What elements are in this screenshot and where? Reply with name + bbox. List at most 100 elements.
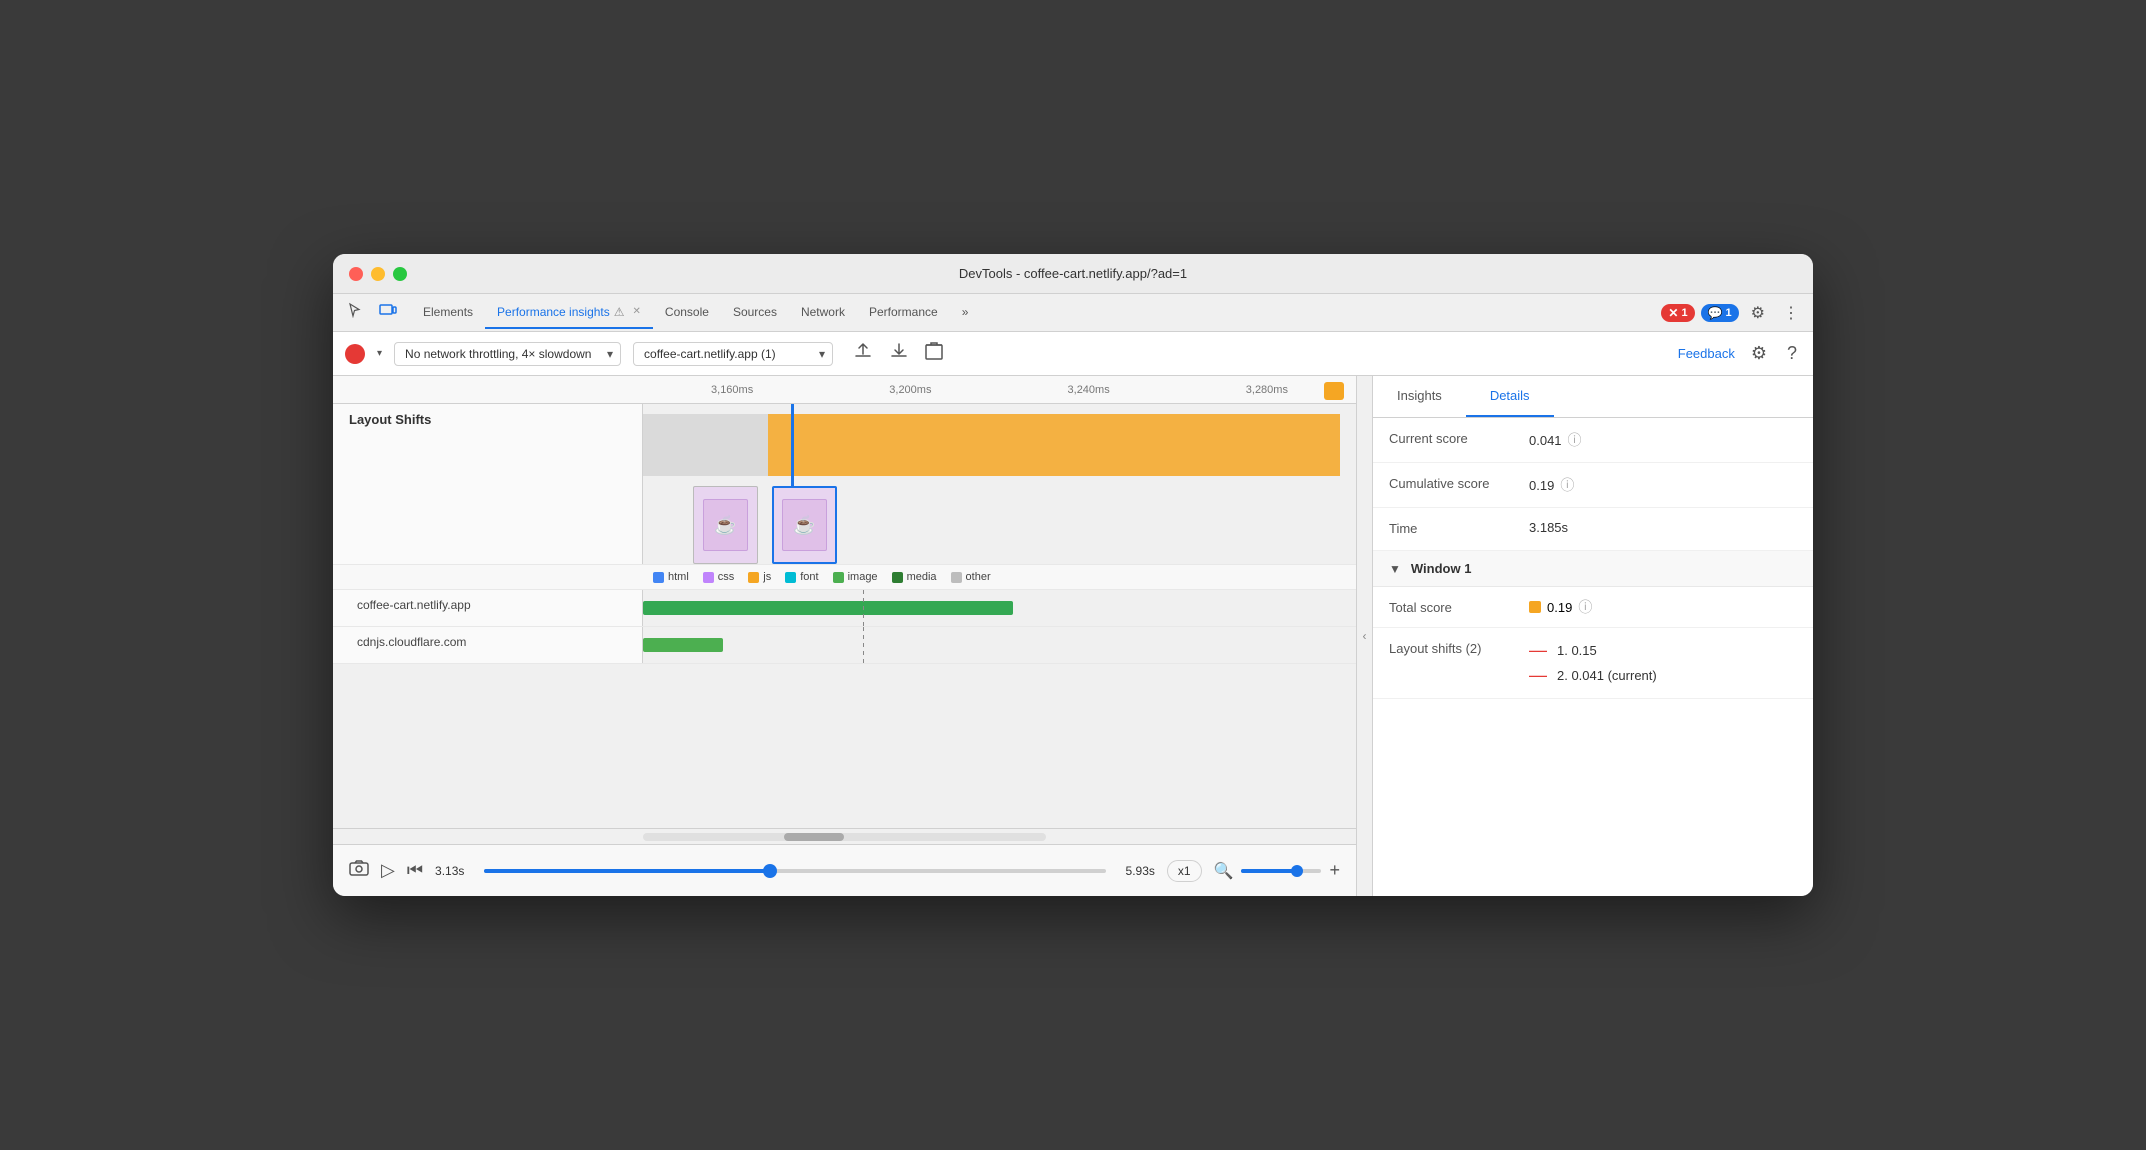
net-bar-green-1 xyxy=(643,601,1013,615)
speed-badge[interactable]: x1 xyxy=(1167,860,1202,882)
tab-performance[interactable]: Performance xyxy=(857,297,950,329)
playback-thumb[interactable] xyxy=(763,864,777,878)
delete-button[interactable] xyxy=(921,339,947,368)
layout-shift-2: — 2. 0.041 (current) xyxy=(1529,665,1657,686)
cumulative-score-info-icon[interactable]: ⓘ xyxy=(1560,475,1574,495)
ruler-mark-2: 3,200ms xyxy=(821,384,999,396)
current-score-row: Current score 0.041 ⓘ xyxy=(1373,418,1813,463)
url-select[interactable]: coffee-cart.netlify.app (1) xyxy=(633,342,833,366)
tab-more[interactable]: » xyxy=(950,297,981,329)
zoom-fill xyxy=(1241,869,1297,873)
legend-css: css xyxy=(703,571,735,583)
zoom-thumb[interactable] xyxy=(1291,865,1303,877)
upload-button[interactable] xyxy=(849,339,877,368)
sidebar-collapse-handle[interactable]: ‹ xyxy=(1357,376,1373,896)
ruler-mark-3: 3,240ms xyxy=(1000,384,1178,396)
legend-dot-html xyxy=(653,572,664,583)
tab-details[interactable]: Details xyxy=(1466,376,1554,417)
network-bars-2 xyxy=(643,627,1356,663)
collapse-icon[interactable]: ▼ xyxy=(1389,562,1401,576)
cursor-icon[interactable] xyxy=(341,298,369,327)
total-score-info-icon[interactable]: ⓘ xyxy=(1578,597,1592,617)
timeline-content: Layout Shifts ☕ xyxy=(333,404,1356,828)
close-button[interactable] xyxy=(349,267,363,281)
device-icon[interactable] xyxy=(373,298,403,327)
scrollbar-thumb[interactable] xyxy=(784,833,844,841)
timeline-ruler: 3,160ms 3,200ms 3,240ms 3,280ms xyxy=(333,376,1356,404)
download-button[interactable] xyxy=(885,339,913,368)
dashed-line-2 xyxy=(863,627,864,663)
ls-gray-bar xyxy=(643,414,768,476)
error-badge: ✕ 1 xyxy=(1661,304,1694,322)
cumulative-score-label: Cumulative score xyxy=(1389,475,1529,493)
scrollbar-track[interactable] xyxy=(643,833,1046,841)
network-bars-1 xyxy=(643,590,1356,626)
throttle-select-wrapper: No network throttling, 4× slowdown xyxy=(394,342,621,366)
screenshot-button[interactable] xyxy=(349,860,369,881)
ruler-mark-1: 3,160ms xyxy=(643,384,821,396)
feedback-link[interactable]: Feedback xyxy=(1678,346,1735,361)
layout-shift-1: — 1. 0.15 xyxy=(1529,640,1657,661)
orange-indicator xyxy=(1324,382,1344,400)
tab-elements[interactable]: Elements xyxy=(411,297,485,329)
tab-close-icon[interactable]: ✕ xyxy=(633,306,641,317)
time-row: Time 3.185s xyxy=(1373,508,1813,551)
title-bar: DevTools - coffee-cart.netlify.app/?ad=1 xyxy=(333,254,1813,294)
toolbar-actions xyxy=(849,339,947,368)
legend-dot-media xyxy=(892,572,903,583)
devtools-tab-bar: Elements Performance insights ⚠ ✕ Consol… xyxy=(333,294,1813,332)
legend-dot-image xyxy=(833,572,844,583)
throttle-select[interactable]: No network throttling, 4× slowdown xyxy=(394,342,621,366)
tab-console[interactable]: Console xyxy=(653,297,721,329)
main-area: 3,160ms 3,200ms 3,240ms 3,280ms Layout S… xyxy=(333,376,1813,896)
settings-icon[interactable]: ⚙ xyxy=(1745,299,1771,327)
details-panel: Insights Details Current score 0.041 ⓘ C… xyxy=(1373,376,1813,896)
scrollbar-container xyxy=(333,828,1356,844)
maximize-button[interactable] xyxy=(393,267,407,281)
zoom-in-icon[interactable]: + xyxy=(1329,860,1340,881)
playback-end-time: 5.93s xyxy=(1126,864,1155,878)
tab-insights[interactable]: Insights xyxy=(1373,376,1466,417)
devtools-window: DevTools - coffee-cart.netlify.app/?ad=1… xyxy=(333,254,1813,896)
zoom-controls: 🔍 + xyxy=(1214,860,1340,881)
network-legend: html css js font xyxy=(333,565,1356,590)
play-button[interactable]: ▷ xyxy=(381,860,395,881)
total-score-row: Total score 0.19 ⓘ xyxy=(1373,587,1813,628)
thumbnail-container: ☕ ☕ xyxy=(693,486,837,564)
toolbar: ▾ No network throttling, 4× slowdown cof… xyxy=(333,332,1813,376)
tab-performance-insights[interactable]: Performance insights ⚠ ✕ xyxy=(485,297,653,329)
net-bar-green-2 xyxy=(643,638,723,652)
network-row-2: cdnjs.cloudflare.com xyxy=(333,627,1356,664)
legend-font: font xyxy=(785,571,818,583)
total-score-label: Total score xyxy=(1389,600,1529,615)
record-dropdown-icon[interactable]: ▾ xyxy=(377,348,382,359)
current-score-value: 0.041 ⓘ xyxy=(1529,430,1582,450)
layout-shifts-detail-row: Layout shifts (2) — 1. 0.15 — 2. 0.041 (… xyxy=(1373,628,1813,699)
playback-slider[interactable] xyxy=(484,869,1105,873)
toolbar-help-icon[interactable]: ? xyxy=(1783,341,1801,366)
minimize-button[interactable] xyxy=(371,267,385,281)
time-label: Time xyxy=(1389,520,1529,538)
cumulative-score-row: Cumulative score 0.19 ⓘ xyxy=(1373,463,1813,508)
current-score-info-icon[interactable]: ⓘ xyxy=(1568,430,1582,450)
legend-js: js xyxy=(748,571,771,583)
network-label-2: cdnjs.cloudflare.com xyxy=(333,627,643,663)
thumbnail-2[interactable]: ☕ xyxy=(772,486,837,564)
thumbnail-1[interactable]: ☕ xyxy=(693,486,758,564)
skip-back-button[interactable]: ⏮ xyxy=(407,860,423,881)
timeline-panel: 3,160ms 3,200ms 3,240ms 3,280ms Layout S… xyxy=(333,376,1357,896)
zoom-slider[interactable] xyxy=(1241,869,1321,873)
playback-fill xyxy=(484,869,770,873)
toolbar-settings-icon[interactable]: ⚙ xyxy=(1747,341,1771,366)
tab-sources[interactable]: Sources xyxy=(721,297,789,329)
legend-dot-js xyxy=(748,572,759,583)
legend-other: other xyxy=(951,571,991,583)
tab-network[interactable]: Network xyxy=(789,297,857,329)
record-button[interactable] xyxy=(345,344,365,364)
more-options-icon[interactable]: ⋮ xyxy=(1777,299,1805,327)
zoom-out-icon[interactable]: 🔍 xyxy=(1214,861,1234,881)
layout-shifts-values: — 1. 0.15 — 2. 0.041 (current) xyxy=(1529,640,1657,686)
network-label-1: coffee-cart.netlify.app xyxy=(333,590,643,626)
time-value: 3.185s xyxy=(1529,520,1568,535)
ruler-marks: 3,160ms 3,200ms 3,240ms 3,280ms xyxy=(643,384,1356,396)
